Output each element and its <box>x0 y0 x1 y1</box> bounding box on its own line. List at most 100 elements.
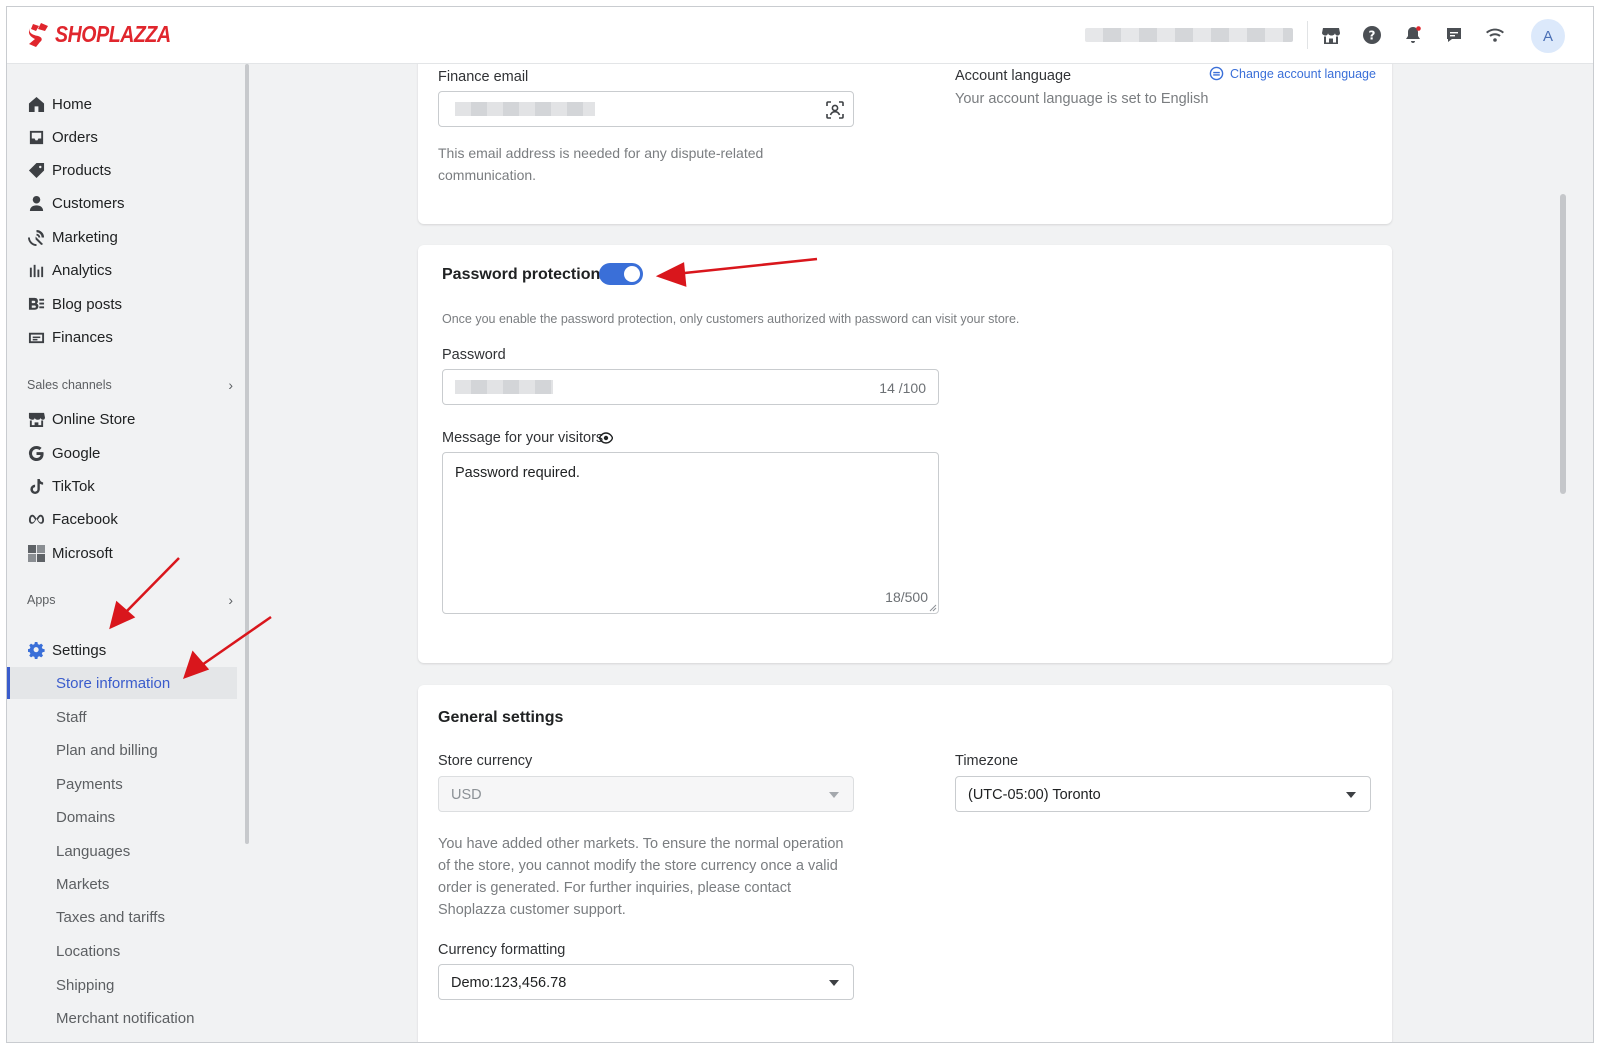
message-for-visitors-textarea[interactable]: Password required. 18/500 <box>442 452 939 614</box>
finance-email-help: This email address is needed for any dis… <box>438 145 764 183</box>
sidebar-item-label: Languages <box>56 842 131 860</box>
message-text: Password required. <box>455 465 580 481</box>
password-char-counter: 14 /100 <box>879 380 926 396</box>
sidebar-item-analytics[interactable]: Analytics <box>7 255 243 285</box>
sidebar-item-tiktok[interactable]: TikTok <box>7 471 243 501</box>
apps-label: Apps <box>27 593 56 607</box>
sidebar-item-label: Microsoft <box>52 544 113 562</box>
sidebar-item-label: Orders <box>52 128 98 146</box>
sidebar-item-staff[interactable]: Staff <box>7 701 237 733</box>
help-icon[interactable]: ? <box>1360 23 1384 47</box>
blurred-store-name <box>1085 28 1293 42</box>
store-icon <box>27 410 45 428</box>
sidebar-item-label: Analytics <box>52 261 113 279</box>
currency-formatting-value: Demo:123,456.78 <box>451 975 567 991</box>
sidebar-item-label: Facebook <box>52 510 118 528</box>
tiktok-icon <box>27 477 45 495</box>
sidebar-item-label: Customers <box>52 194 125 212</box>
eye-icon[interactable] <box>599 432 613 444</box>
sidebar-item-shipping[interactable]: Shipping <box>7 969 237 1001</box>
user-avatar[interactable]: A <box>1531 19 1565 53</box>
chevron-down-icon <box>829 980 839 986</box>
marketing-icon <box>27 228 45 246</box>
main-scrollbar[interactable] <box>1560 194 1566 494</box>
sidebar: Home Orders Products Customers Marketing… <box>7 64 251 1042</box>
timezone-label: Timezone <box>955 753 1019 769</box>
sidebar-item-settings[interactable]: Settings <box>7 635 243 665</box>
sidebar-item-microsoft[interactable]: Microsoft <box>7 538 243 568</box>
sidebar-item-label: Settings <box>52 641 107 659</box>
sidebar-item-taxes-and-tariffs[interactable]: Taxes and tariffs <box>7 901 237 933</box>
password-protection-card: Password protection Once you enable the … <box>418 245 1392 663</box>
sidebar-item-label: Google <box>52 444 101 462</box>
timezone-select[interactable]: (UTC-05:00) Toronto <box>955 776 1371 812</box>
account-language-text: Your account language is set to English <box>955 91 1209 107</box>
sidebar-item-marketing[interactable]: Marketing <box>7 222 243 252</box>
finance-email-field[interactable] <box>438 91 854 127</box>
resize-handle-icon[interactable] <box>929 604 937 612</box>
shoplazza-logo[interactable]: SHOPLAZZA <box>27 21 191 48</box>
sidebar-item-label: Shipping <box>56 976 115 994</box>
sidebar-item-markets[interactable]: Markets <box>7 868 237 900</box>
gear-icon <box>27 641 45 659</box>
wifi-icon[interactable] <box>1483 23 1507 47</box>
bell-icon[interactable] <box>1401 23 1425 47</box>
currency-formatting-label: Currency formatting <box>438 942 566 958</box>
password-protection-toggle[interactable] <box>599 263 643 285</box>
sidebar-item-facebook[interactable]: Facebook <box>7 504 243 534</box>
home-icon <box>27 95 45 113</box>
contact-info-card: Finance email This email address is need… <box>418 64 1392 224</box>
sidebar-item-domains[interactable]: Domains <box>7 801 237 833</box>
store-currency-help: You have added other markets. To ensure … <box>438 836 844 918</box>
analytics-icon <box>27 261 45 279</box>
sidebar-item-label: Online Store <box>52 410 136 428</box>
sidebar-item-online-store[interactable]: Online Store <box>7 404 243 434</box>
contact-card-icon[interactable] <box>825 100 845 120</box>
sidebar-item-orders[interactable]: Orders <box>7 122 243 152</box>
change-language-icon <box>1209 66 1224 81</box>
sidebar-item-payments[interactable]: Payments <box>7 768 237 800</box>
sales-channels-header[interactable]: Sales channels › <box>27 375 241 395</box>
sidebar-item-label: Products <box>52 161 112 179</box>
sidebar-item-blog-posts[interactable]: Blog posts <box>7 289 243 319</box>
sales-channels-label: Sales channels <box>27 378 112 392</box>
sidebar-item-languages[interactable]: Languages <box>7 835 237 867</box>
password-field[interactable]: 14 /100 <box>442 369 939 405</box>
store-currency-select[interactable]: USD <box>438 776 854 812</box>
sidebar-item-label: Taxes and tariffs <box>56 908 165 926</box>
finance-email-label: Finance email <box>438 69 529 85</box>
message-for-visitors-label: Message for your visitors <box>442 430 604 446</box>
general-settings-title: General settings <box>438 709 564 726</box>
sidebar-item-label: Payments <box>56 775 123 793</box>
sidebar-item-merchant-notification[interactable]: Merchant notification <box>7 1002 237 1034</box>
sidebar-item-label: Store information <box>56 674 171 692</box>
sidebar-item-locations[interactable]: Locations <box>7 935 237 967</box>
password-protection-title: Password protection <box>442 266 601 283</box>
sidebar-item-google[interactable]: Google <box>7 438 243 468</box>
sidebar-item-finances[interactable]: Finances <box>7 322 243 352</box>
chat-icon[interactable] <box>1442 23 1466 47</box>
blurred-email-value <box>455 102 595 116</box>
sidebar-item-store-information[interactable]: Store information <box>7 667 237 699</box>
sidebar-scrollbar[interactable] <box>245 64 249 844</box>
sidebar-item-products[interactable]: Products <box>7 155 243 185</box>
sidebar-item-home[interactable]: Home <box>7 89 243 119</box>
orders-icon <box>27 128 45 146</box>
apps-header[interactable]: Apps › <box>27 590 241 610</box>
person-icon <box>27 194 45 212</box>
sidebar-item-label: TikTok <box>52 477 95 495</box>
sidebar-item-label: Domains <box>56 808 116 826</box>
chevron-right-icon: › <box>228 592 233 608</box>
meta-icon <box>27 510 45 528</box>
finances-icon <box>27 328 45 346</box>
sidebar-item-plan-and-billing[interactable]: Plan and billing <box>7 734 237 766</box>
sidebar-item-label: Plan and billing <box>56 741 158 759</box>
sidebar-item-customers[interactable]: Customers <box>7 188 243 218</box>
store-icon[interactable] <box>1319 23 1343 47</box>
sidebar-item-label: Locations <box>56 942 121 960</box>
password-label: Password <box>442 347 506 363</box>
currency-formatting-select[interactable]: Demo:123,456.78 <box>438 964 854 1000</box>
sidebar-item-label: Merchant notification <box>56 1009 195 1027</box>
change-language-link-text: Change account language <box>1230 66 1376 81</box>
change-account-language-link[interactable]: Change account language <box>1209 66 1376 81</box>
